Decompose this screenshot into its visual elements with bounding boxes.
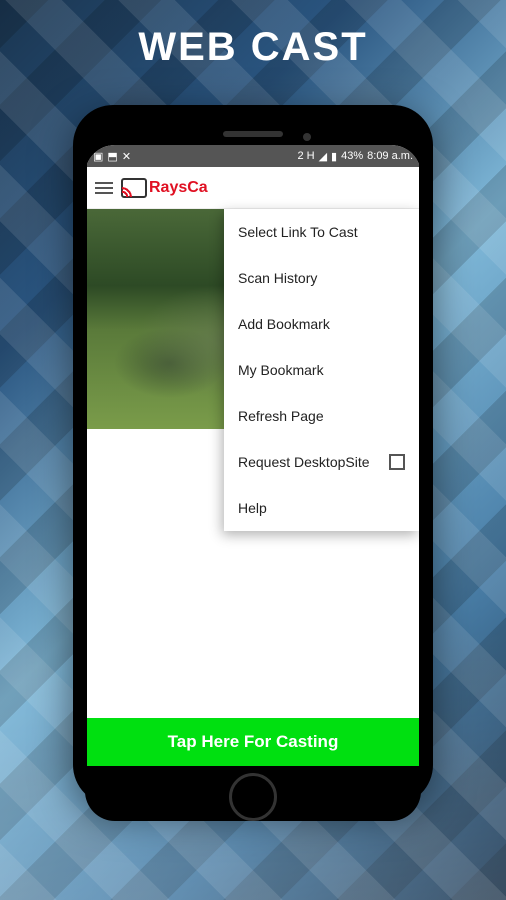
- menu-item-label: Add Bookmark: [238, 316, 330, 332]
- menu-item-label: Request DesktopSite: [238, 454, 370, 470]
- status-icon: ✕: [122, 150, 131, 163]
- page-title: WEB CAST: [0, 25, 506, 70]
- app-logo-text: RaysCa: [149, 179, 208, 197]
- status-bar: ▣ ⬒ ✕ 2 H ◢ ▮ 43% 8:09 a.m.: [87, 145, 419, 167]
- menu-item-add-bookmark[interactable]: Add Bookmark: [224, 301, 419, 347]
- clock-time: 8:09 a.m.: [367, 150, 413, 162]
- network-indicator: 2 H: [297, 150, 314, 162]
- status-icon: ▣: [93, 150, 103, 163]
- cast-logo-icon: [121, 178, 147, 198]
- battery-percent: 43%: [341, 150, 363, 162]
- menu-item-label: Scan History: [238, 270, 317, 286]
- dropdown-menu: Select Link To Cast Scan History Add Boo…: [224, 209, 419, 531]
- app-header: RaysCa: [87, 167, 419, 209]
- status-icon: ⬒: [107, 150, 117, 163]
- signal-icon: ◢: [319, 150, 327, 163]
- menu-item-help[interactable]: Help: [224, 485, 419, 531]
- menu-item-refresh-page[interactable]: Refresh Page: [224, 393, 419, 439]
- menu-item-label: Refresh Page: [238, 408, 324, 424]
- menu-item-label: Select Link To Cast: [238, 224, 358, 240]
- phone-screen: ▣ ⬒ ✕ 2 H ◢ ▮ 43% 8:09 a.m. R: [87, 145, 419, 766]
- menu-item-label: My Bookmark: [238, 362, 324, 378]
- desktop-site-checkbox[interactable]: [389, 454, 405, 470]
- content-area: Select Link To Cast Scan History Add Boo…: [87, 209, 419, 718]
- phone-camera: [303, 133, 311, 141]
- phone-speaker: [223, 131, 283, 137]
- menu-icon[interactable]: [95, 182, 113, 194]
- battery-icon: ▮: [331, 150, 337, 163]
- menu-item-request-desktop[interactable]: Request DesktopSite: [224, 439, 419, 485]
- phone-frame: ▣ ⬒ ✕ 2 H ◢ ▮ 43% 8:09 a.m. R: [73, 105, 433, 805]
- menu-item-label: Help: [238, 500, 267, 516]
- cast-button[interactable]: Tap Here For Casting: [87, 718, 419, 766]
- menu-item-my-bookmark[interactable]: My Bookmark: [224, 347, 419, 393]
- home-button[interactable]: [229, 773, 277, 821]
- app-logo: RaysCa: [121, 178, 208, 198]
- menu-item-select-link[interactable]: Select Link To Cast: [224, 209, 419, 255]
- menu-item-scan-history[interactable]: Scan History: [224, 255, 419, 301]
- phone-inner: ▣ ⬒ ✕ 2 H ◢ ▮ 43% 8:09 a.m. R: [85, 145, 421, 821]
